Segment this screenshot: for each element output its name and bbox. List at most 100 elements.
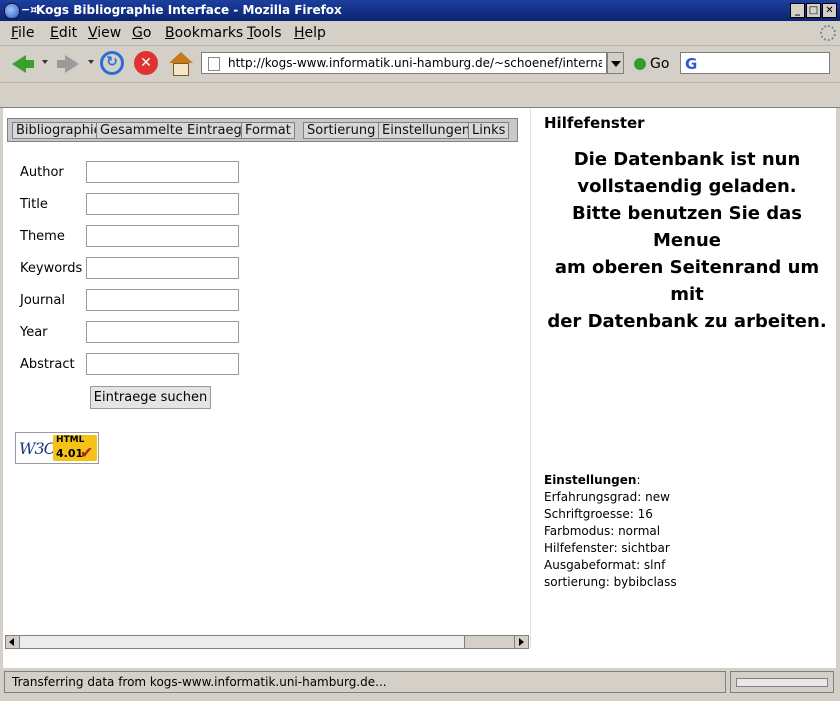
setting-color-mode: Farbmodus: normal [544, 524, 661, 538]
google-search-icon[interactable]: G [685, 55, 697, 73]
go-button[interactable]: Go [634, 56, 669, 72]
menu-view-key: V [88, 25, 98, 41]
page-content: Bibliographie Gesammelte Eintraege Forma… [3, 108, 836, 668]
menu-file-key: F [11, 25, 19, 41]
checkmark-icon: ✔ [80, 443, 94, 462]
firefox-icon[interactable] [4, 3, 20, 19]
theme-field[interactable] [86, 225, 239, 247]
url-bar[interactable]: http://kogs-www.informatik.uni-hamburg.d… [201, 52, 607, 74]
maximize-button[interactable]: □ [806, 3, 821, 18]
abstract-field[interactable] [86, 353, 239, 375]
forward-button[interactable] [55, 51, 81, 77]
main-frame: Bibliographie Gesammelte Eintraege Forma… [3, 108, 531, 649]
menu-bookmarks-key: B [165, 25, 175, 41]
menu-help-label: elp [304, 25, 326, 41]
scroll-right-button[interactable] [514, 636, 528, 648]
menu-bookmarks[interactable]: Bookmarks [165, 25, 243, 41]
go-label: Go [650, 56, 670, 72]
status-bar: Transferring data from kogs-www.informat… [0, 669, 840, 701]
menu-edit-label: dit [58, 25, 78, 41]
menu-edit-key: E [50, 25, 59, 41]
help-message-line: Die Datenbank ist nun [573, 149, 801, 170]
tab-sortierung[interactable]: Sortierung [303, 122, 380, 139]
search-entries-button[interactable]: Eintraege suchen [90, 386, 211, 409]
help-message-line: am oberen Seitenrand um mit [554, 257, 820, 305]
navigation-toolbar: ↻ ✕ http://kogs-www.informatik.uni-hambu… [0, 46, 840, 83]
settings-summary: Einstellungen: Erfahrungsgrad: new Schri… [544, 472, 677, 591]
menu-tools-label: ools [253, 25, 282, 41]
w3c-logo-text: W3C [19, 439, 56, 458]
close-button[interactable]: ✕ [822, 3, 837, 18]
minimize-button[interactable]: _ [790, 3, 805, 18]
menu-view-label: iew [97, 25, 122, 41]
menu-file-label: ile [18, 25, 35, 41]
forward-history-dropdown-icon[interactable] [88, 60, 94, 64]
throbber-icon [820, 25, 836, 41]
scroll-left-button[interactable] [6, 636, 20, 648]
help-message: Die Datenbank ist nun vollstaendig gelad… [541, 146, 833, 335]
menu-help-key: H [294, 25, 305, 41]
scrollbar-thumb[interactable] [20, 636, 465, 648]
settings-heading: Einstellungen [544, 473, 637, 487]
menu-tools[interactable]: Tools [247, 25, 282, 41]
go-icon [634, 58, 646, 70]
theme-label: Theme [20, 229, 65, 244]
setting-help-window: Hilfefenster: sichtbar [544, 541, 670, 555]
url-text[interactable]: http://kogs-www.informatik.uni-hamburg.d… [228, 56, 602, 70]
progress-bar [736, 678, 828, 687]
tab-bar: Bibliographie Gesammelte Eintraege Forma… [7, 118, 518, 142]
page-icon [208, 57, 220, 71]
author-label: Author [20, 165, 64, 180]
author-field[interactable] [86, 161, 239, 183]
keywords-field[interactable] [86, 257, 239, 279]
pin-icon[interactable]: −¤ [21, 3, 37, 16]
tab-einstellungen[interactable]: Einstellungen [378, 122, 475, 139]
setting-experience: Erfahrungsgrad: new [544, 490, 670, 504]
journal-field[interactable] [86, 289, 239, 311]
setting-output-format: Ausgabeformat: slnf [544, 558, 666, 572]
back-button[interactable] [10, 51, 36, 77]
home-button[interactable] [168, 51, 194, 77]
keywords-label: Keywords [20, 261, 83, 276]
setting-sorting: sortierung: bybibclass [544, 575, 677, 589]
menu-go-key: G [132, 25, 143, 41]
progress-panel [730, 671, 834, 693]
title-field[interactable] [86, 193, 239, 215]
setting-font-size: Schriftgroesse: 16 [544, 507, 653, 521]
menu-bookmarks-label: ookmarks [174, 25, 244, 41]
help-message-line: Bitte benutzen Sie das Menue [571, 203, 803, 251]
status-text: Transferring data from kogs-www.informat… [4, 671, 726, 693]
settings-heading-row: Einstellungen: [544, 472, 677, 489]
menu-file[interactable]: File [11, 25, 34, 41]
tab-links[interactable]: Links [468, 122, 510, 139]
menu-edit[interactable]: Edit [50, 25, 77, 41]
abstract-label: Abstract [20, 357, 75, 372]
menu-view[interactable]: View [88, 25, 121, 41]
settings-heading-colon: : [636, 473, 641, 487]
menu-go-label: o [142, 25, 152, 41]
menu-help[interactable]: Help [294, 25, 326, 41]
menu-go[interactable]: Go [132, 25, 151, 41]
year-label: Year [20, 325, 48, 340]
title-bar: −¤ Kogs Bibliographie Interface - Mozill… [0, 0, 840, 21]
help-title: Hilfefenster [544, 114, 645, 132]
journal-label: Journal [20, 293, 65, 308]
url-history-dropdown[interactable] [607, 52, 624, 74]
menu-bar: File Edit View Go Bookmarks Tools Help [0, 21, 840, 46]
reload-button[interactable]: ↻ [100, 51, 124, 75]
stop-button[interactable]: ✕ [134, 51, 158, 75]
title-label: Title [20, 197, 48, 212]
horizontal-scrollbar[interactable] [5, 635, 529, 649]
help-message-line: der Datenbank zu arbeiten. [547, 311, 827, 332]
help-message-line: vollstaendig geladen. [577, 176, 797, 197]
tab-gesammelte-eintraege[interactable]: Gesammelte Eintraege [96, 122, 254, 139]
personal-toolbar [0, 83, 840, 108]
w3c-html-badge[interactable]: W3C HTML 4.01 ✔ [15, 432, 99, 464]
window-title: Kogs Bibliographie Interface - Mozilla F… [36, 3, 342, 17]
back-history-dropdown-icon[interactable] [42, 60, 48, 64]
year-field[interactable] [86, 321, 239, 343]
tab-bibliographie[interactable]: Bibliographie [12, 122, 106, 139]
tab-format[interactable]: Format [241, 122, 295, 139]
help-frame: Hilfefenster Die Datenbank ist nun volls… [541, 108, 836, 668]
search-input[interactable]: G [680, 52, 830, 74]
